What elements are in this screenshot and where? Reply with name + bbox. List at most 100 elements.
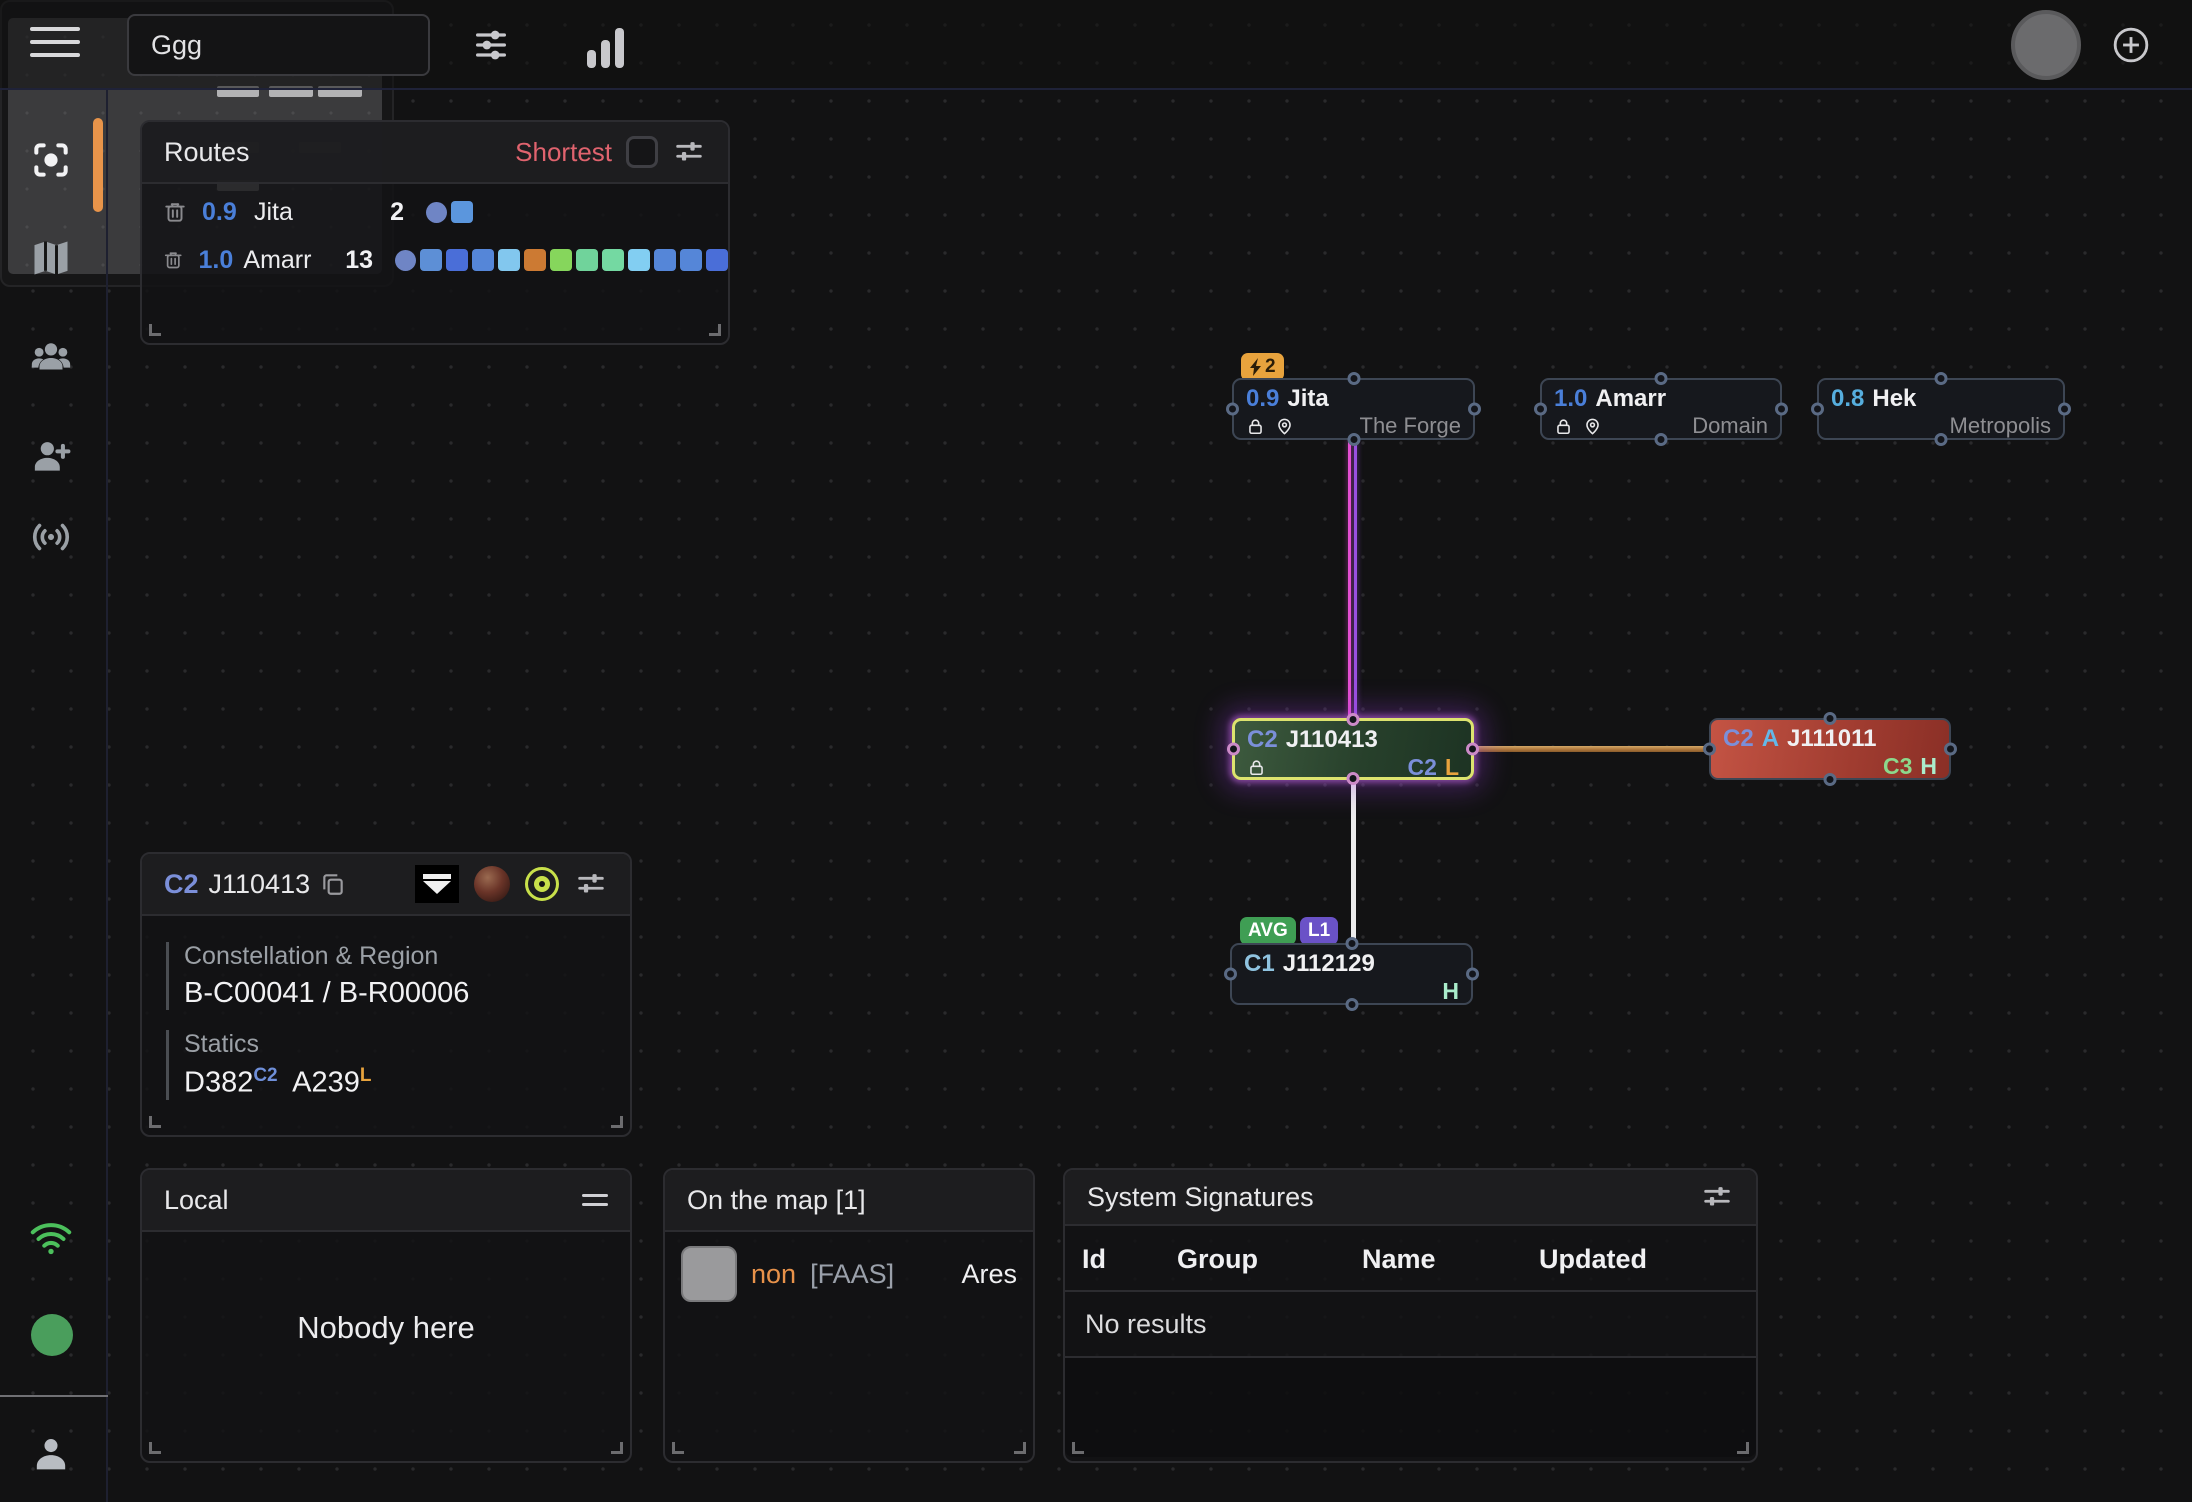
resize-handle[interactable]: [149, 324, 161, 336]
route-hop[interactable]: [498, 249, 520, 271]
route-hop[interactable]: [446, 249, 468, 271]
routes-settings-icon[interactable]: [672, 135, 706, 169]
system-node-hek[interactable]: 0.8Hek Metropolis: [1817, 378, 2065, 440]
menu-icon[interactable]: [30, 27, 80, 63]
connection-handle[interactable]: [1347, 433, 1360, 446]
route-hop[interactable]: [628, 249, 650, 271]
system-node-amarr[interactable]: 1.0Amarr Domain: [1540, 378, 1782, 440]
connection-handle[interactable]: [1226, 403, 1239, 416]
profile-icon[interactable]: [27, 1430, 75, 1478]
system-type-thumbnail[interactable]: [415, 865, 459, 903]
connection-handle[interactable]: [1935, 372, 1948, 385]
column-header-id[interactable]: Id: [1082, 1244, 1106, 1275]
column-header-updated[interactable]: Updated: [1539, 1244, 1647, 1275]
connection-handle[interactable]: [1345, 998, 1358, 1011]
scout-avatar[interactable]: [474, 866, 510, 902]
connection-handle[interactable]: [1824, 773, 1837, 786]
region-name: Domain: [1692, 413, 1768, 439]
track-focus-icon[interactable]: [27, 136, 75, 184]
column-header-group[interactable]: Group: [1177, 1244, 1258, 1275]
connection-handle[interactable]: [1347, 772, 1360, 785]
route-hop[interactable]: [420, 249, 442, 271]
add-character-icon[interactable]: [27, 432, 75, 480]
route-hop[interactable]: [451, 201, 473, 223]
route-hop[interactable]: [706, 249, 728, 271]
connection-handle[interactable]: [1345, 937, 1358, 950]
maps-icon[interactable]: [27, 234, 75, 282]
route-row-amarr[interactable]: 1.0 Amarr 13: [142, 240, 728, 280]
shortest-checkbox[interactable]: [626, 136, 658, 168]
connection-handle[interactable]: [1655, 433, 1668, 446]
jita-kill-badge: 2: [1241, 353, 1284, 381]
system-info-panel: C2 J110413 Constellation & Region B-C000…: [140, 852, 632, 1137]
connection-handle[interactable]: [1466, 743, 1479, 756]
resize-handle[interactable]: [611, 1442, 623, 1454]
user-avatar[interactable]: [2011, 10, 2081, 80]
system-node-jita[interactable]: 0.9Jita The Forge: [1232, 378, 1475, 440]
column-header-name[interactable]: Name: [1362, 1244, 1436, 1275]
signatures-settings-icon[interactable]: [1700, 1180, 1734, 1214]
connection-handle[interactable]: [1468, 403, 1481, 416]
delete-route-icon[interactable]: [162, 199, 188, 225]
connection-jita-j110413[interactable]: [1348, 440, 1357, 718]
connection-handle[interactable]: [1775, 403, 1788, 416]
route-hop[interactable]: [426, 202, 447, 223]
connection-handle[interactable]: [1347, 713, 1360, 726]
add-button[interactable]: [2112, 26, 2150, 64]
connection-handle[interactable]: [1347, 372, 1360, 385]
effect-ring-icon[interactable]: [525, 867, 559, 901]
avg-badge: AVG: [1240, 917, 1296, 945]
route-hop[interactable]: [524, 249, 546, 271]
connection-handle[interactable]: [1655, 372, 1668, 385]
resize-handle[interactable]: [709, 324, 721, 336]
local-title: Local: [164, 1185, 229, 1216]
connection-j110413-j111011[interactable]: [1474, 746, 1709, 752]
connection-handle[interactable]: [2058, 403, 2071, 416]
connection-handle[interactable]: [1534, 403, 1547, 416]
resize-handle[interactable]: [672, 1442, 684, 1454]
connection-status-icon: [27, 1214, 75, 1262]
resize-handle[interactable]: [149, 1442, 161, 1454]
list-lines-icon[interactable]: [582, 1188, 608, 1212]
delete-route-icon[interactable]: [162, 247, 184, 273]
pilot-row[interactable]: non [FAAS] Ares: [665, 1232, 1033, 1316]
connection-handle[interactable]: [1224, 968, 1237, 981]
corp-tag: [FAAS]: [810, 1259, 894, 1290]
copy-icon[interactable]: [320, 871, 346, 897]
connection-handle[interactable]: [1227, 743, 1240, 756]
characters-icon[interactable]: [27, 334, 75, 382]
route-hop[interactable]: [602, 249, 624, 271]
map-select[interactable]: Ggg: [127, 14, 430, 76]
route-hop[interactable]: [576, 249, 598, 271]
route-row-jita[interactable]: 0.9 Jita 2: [142, 192, 728, 232]
route-hop[interactable]: [550, 249, 572, 271]
static-leads-to: H: [1920, 753, 1937, 780]
connection-handle[interactable]: [1935, 433, 1948, 446]
info-settings-icon[interactable]: [574, 867, 608, 901]
static-class: C2: [1408, 754, 1437, 781]
map-filters-icon[interactable]: [468, 22, 514, 68]
connection-j110413-j112129[interactable]: [1351, 780, 1356, 943]
resize-handle[interactable]: [1072, 1442, 1084, 1454]
resize-handle[interactable]: [1737, 1442, 1749, 1454]
resize-handle[interactable]: [1014, 1442, 1026, 1454]
selected-system-name: J110413: [209, 869, 311, 900]
broadcast-icon[interactable]: [27, 513, 75, 561]
connection-handle[interactable]: [1811, 403, 1824, 416]
lock-icon: [1247, 758, 1266, 777]
route-hop[interactable]: [654, 249, 676, 271]
system-node-j111011[interactable]: C2AJ111011 C3H: [1709, 718, 1951, 780]
route-hop[interactable]: [680, 249, 702, 271]
route-hop[interactable]: [472, 249, 494, 271]
connection-handle[interactable]: [1466, 968, 1479, 981]
connection-handle[interactable]: [1944, 743, 1957, 756]
route-hop[interactable]: [395, 250, 416, 271]
system-node-j112129[interactable]: C1J112129 H: [1230, 943, 1473, 1005]
connection-handle[interactable]: [1824, 712, 1837, 725]
resize-handle[interactable]: [611, 1116, 623, 1128]
system-signatures-panel: System Signatures IdGroupNameUpdated No …: [1063, 1168, 1758, 1463]
activity-chart-icon[interactable]: [582, 22, 628, 68]
system-node-j110413-selected[interactable]: C2J110413 C2L: [1232, 718, 1474, 780]
connection-handle[interactable]: [1703, 743, 1716, 756]
resize-handle[interactable]: [149, 1116, 161, 1128]
